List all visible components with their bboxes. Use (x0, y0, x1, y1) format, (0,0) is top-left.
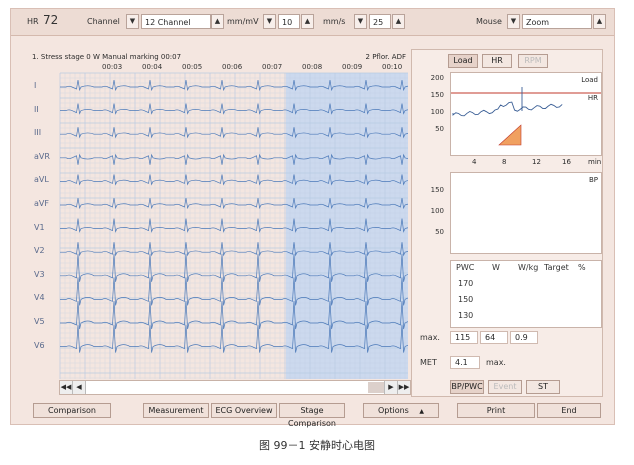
met-value: 4.1 (450, 356, 480, 369)
max-value: 64 (480, 331, 508, 344)
bp-y-tick: 100 (430, 207, 444, 215)
trend-x-tick: 4 (472, 158, 477, 166)
scroll-prev-icon[interactable]: ◀ (73, 381, 86, 394)
options-label: Options (377, 406, 409, 415)
tab-load[interactable]: Load (448, 54, 478, 68)
lead-label: aVL (34, 175, 49, 185)
channel-select[interactable]: 12 Channel (141, 14, 211, 29)
trend-y-tick: 200 (430, 74, 444, 82)
lead-label: aVR (34, 151, 50, 161)
trend-x-tick: 16 (562, 158, 571, 166)
print-button[interactable]: Print (457, 403, 535, 418)
scroll-next-icon[interactable]: ▶ (384, 381, 397, 394)
options-up-icon: ▲ (419, 408, 425, 415)
trend-plot (451, 87, 601, 146)
ecg-scrollbar[interactable]: ◀◀ ◀ ▶ ▶▶ (59, 380, 411, 395)
lead-label: V6 (34, 340, 45, 350)
trend-x-unit: min (588, 158, 602, 166)
met-label: MET (420, 358, 437, 367)
figure-caption: 图 99－1 安静时心电图 (259, 439, 375, 452)
lead-label: V3 (34, 269, 45, 279)
hr-value: 72 (43, 13, 59, 27)
pwc-row-value: 170 (458, 279, 474, 288)
channel-dropdown-icon[interactable]: ▼ (126, 14, 139, 29)
lead-label: III (34, 128, 42, 138)
pwc-header-cell: PWC (456, 263, 475, 272)
tab-st[interactable]: ST (526, 380, 560, 394)
max-label: max. (420, 333, 440, 342)
app-window: HR 72 Channel ▼ 12 Channel ▲ mm/mV ▼ 10 … (10, 8, 615, 428)
hr-trend-line (452, 101, 563, 117)
end-button[interactable]: End (537, 403, 601, 418)
lead-label: V5 (34, 317, 45, 326)
trend-y-tick: 50 (435, 125, 444, 133)
right-panel: Load HR RPM Load HR 200 150 100 50 4 8 12 16 m… (411, 49, 603, 397)
trend-load-label: Load (581, 76, 598, 84)
ecg-grid-canvas[interactable] (30, 49, 408, 395)
lead-label: I (34, 81, 37, 90)
tab-rpm[interactable]: RPM (518, 54, 548, 68)
pwc-header-cell: Target (544, 263, 569, 272)
max-value: 115 (450, 331, 478, 344)
bp-y-tick: 50 (435, 228, 444, 236)
ecg-panel: 1. Stress stage 0 W Manual marking 00:07… (30, 49, 416, 395)
mouse-dropdown-icon[interactable]: ▼ (507, 14, 520, 29)
trend-y-tick: 150 (430, 91, 444, 99)
trend-x-tick: 8 (502, 158, 507, 166)
trend-x-tick: 12 (532, 158, 541, 166)
trend-chart: Load HR (450, 72, 602, 156)
lead-label: V2 (34, 246, 45, 256)
bp-label: BP (588, 176, 598, 184)
options-button[interactable]: Options ▲ (363, 403, 439, 418)
speed-label: mm/s (323, 17, 346, 26)
gain-down-icon[interactable]: ▼ (263, 14, 276, 29)
bp-chart: BP (450, 172, 602, 254)
speed-up-icon[interactable]: ▲ (392, 14, 405, 29)
pwc-row-value: 130 (458, 311, 474, 320)
gain-label: mm/mV (227, 17, 259, 26)
ecg-overview-button[interactable]: ECG Overview (211, 403, 277, 418)
lead-label: aVF (34, 199, 49, 208)
lead-label: V4 (34, 293, 45, 303)
speed-down-icon[interactable]: ▼ (354, 14, 367, 29)
hr-label: HR (27, 17, 39, 26)
stage-comparison-button[interactable]: Stage Comparison (279, 403, 345, 428)
gain-up-icon[interactable]: ▲ (301, 14, 314, 29)
top-toolbar: HR 72 Channel ▼ 12 Channel ▲ mm/mV ▼ 10 … (11, 9, 614, 36)
comparison-button[interactable]: Comparison (33, 403, 111, 418)
trend-y-tick: 100 (430, 108, 444, 116)
pwc-header-cell: W (492, 263, 500, 272)
tab-hr[interactable]: HR (482, 54, 512, 68)
measurement-button[interactable]: Measurement (143, 403, 209, 418)
channel-up-icon[interactable]: ▲ (211, 14, 224, 29)
tab-bp-pwc[interactable]: BP/PWC (450, 380, 484, 394)
mouse-mode-select[interactable]: Zoom (522, 14, 592, 29)
met-max-label: max. (486, 358, 506, 367)
bp-y-tick: 150 (430, 186, 444, 194)
channel-label: Channel (87, 17, 120, 26)
pwc-header-cell: % (578, 263, 586, 272)
max-value: 0.9 (510, 331, 538, 344)
trend-hr-label: HR (587, 94, 598, 102)
lead-label: V1 (34, 222, 45, 232)
pwc-row-value: 150 (458, 295, 474, 304)
scroll-first-icon[interactable]: ◀◀ (60, 381, 73, 394)
mouse-label: Mouse (476, 17, 502, 26)
tab-event[interactable]: Event (488, 380, 522, 394)
load-ramp (498, 124, 522, 146)
gain-input[interactable]: 10 (278, 14, 300, 29)
lead-label: II (34, 104, 39, 114)
speed-input[interactable]: 25 (369, 14, 391, 29)
scroll-last-icon[interactable]: ▶▶ (397, 381, 410, 394)
mouse-up-icon[interactable]: ▲ (593, 14, 606, 29)
pwc-header-cell: W/kg (518, 263, 539, 272)
